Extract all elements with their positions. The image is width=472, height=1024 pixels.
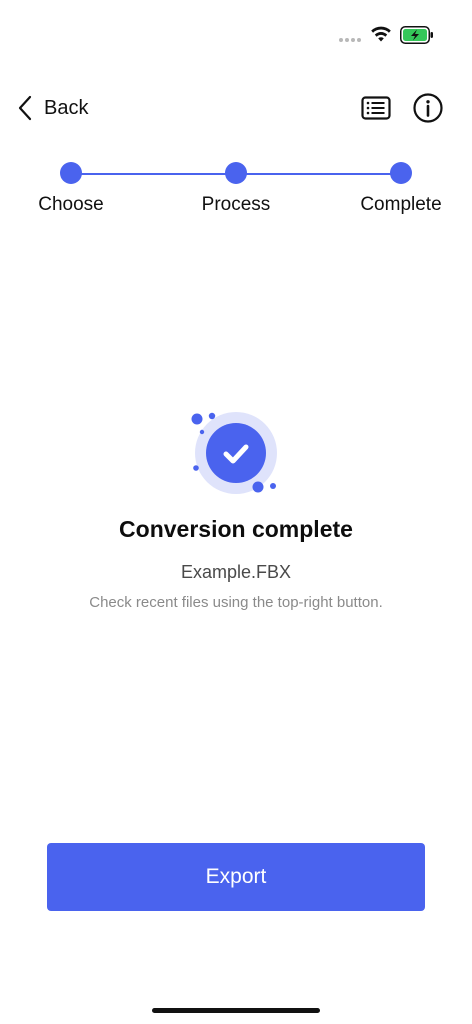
info-icon	[413, 93, 443, 123]
info-button[interactable]	[412, 92, 444, 124]
step-process: Process	[166, 160, 306, 216]
result-title: Conversion complete	[119, 516, 353, 542]
step-dot	[225, 162, 247, 184]
result-filename: Example.FBX	[180, 562, 292, 582]
back-button[interactable]: Back	[16, 92, 88, 124]
chevron-left-icon	[18, 95, 32, 121]
step-dot	[60, 162, 82, 184]
step-label: Choose	[38, 194, 104, 215]
export-button[interactable]: Export	[47, 843, 425, 911]
step-label: Complete	[360, 194, 442, 215]
progress-stepper: Choose Process Complete	[0, 160, 472, 230]
cellular-signal-icon	[339, 38, 361, 42]
recent-files-button[interactable]	[360, 92, 392, 124]
list-icon	[361, 96, 391, 120]
result-hint: Check recent files using the top-right b…	[89, 594, 383, 611]
step-complete: Complete	[331, 160, 471, 216]
step-choose: Choose	[1, 160, 141, 216]
step-dot	[390, 162, 412, 184]
wifi-icon	[371, 26, 391, 42]
back-label: Back	[44, 96, 89, 119]
battery-charging-icon	[400, 26, 433, 44]
status-bar	[0, 0, 472, 60]
check-circle-icon	[191, 412, 277, 494]
nav-bar: Back	[0, 88, 472, 128]
home-indicator	[152, 1008, 320, 1013]
step-label: Process	[201, 194, 271, 215]
